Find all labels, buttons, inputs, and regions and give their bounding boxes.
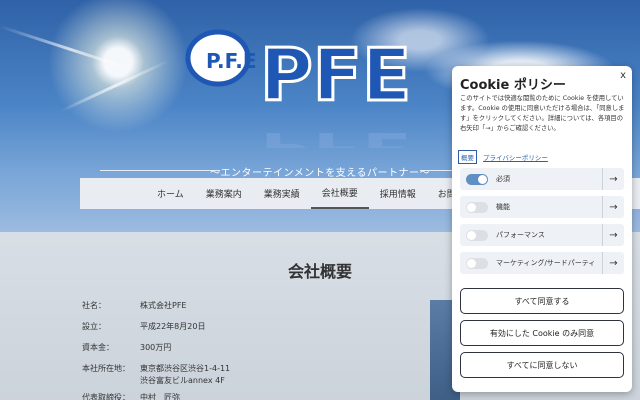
info-row-name: 社名： 株式会社PFE [82, 300, 186, 312]
address-line-1: 東京都渋谷区渋谷1-4-11 [140, 364, 231, 373]
logo-reflection: PFE [260, 122, 411, 148]
nav-home[interactable]: ホーム [146, 178, 195, 209]
info-label: 代表取締役： [82, 393, 130, 400]
cookie-description: このサイトでは快適な閲覧のために Cookie を使用しています。Cookie … [460, 95, 625, 132]
category-label: 機能 [496, 203, 510, 211]
cookie-category-marketing: マーケティング/サードパーティ → [460, 252, 624, 274]
category-label: 必須 [496, 175, 510, 183]
info-value: 株式会社PFE [140, 301, 187, 310]
cookie-links: 概要 プライバシーポリシー [458, 150, 548, 164]
cookie-title: Cookie ポリシー [460, 78, 566, 93]
cookie-category-required: 必須 → [460, 168, 624, 190]
summary-link[interactable]: 概要 [458, 150, 477, 164]
info-row-ceo: 代表取締役： 中村 匠弥 [82, 392, 180, 400]
info-value: 中村 匠弥 [140, 393, 180, 400]
logo-small-text: P.F.E [206, 49, 257, 73]
company-logo: P.F.E PFE PFE [185, 29, 413, 148]
info-label: 社名： [82, 301, 106, 310]
logo-main-text: PFE [260, 33, 411, 117]
info-row-address: 本社所在地： 東京都渋谷区渋谷1-4-11 渋谷富友ビルannex 4F [82, 363, 230, 387]
accept-all-button[interactable]: すべて同意する [460, 288, 624, 314]
cookie-category-functional: 機能 → [460, 196, 624, 218]
cookie-category-performance: パフォーマンス → [460, 224, 624, 246]
arrow-right-icon[interactable]: → [602, 168, 624, 190]
sun-ray [59, 59, 170, 113]
info-label: 資本金： [82, 343, 114, 352]
arrow-right-icon[interactable]: → [602, 252, 624, 274]
info-row-founded: 設立： 平成22年8月20日 [82, 321, 205, 333]
privacy-policy-link[interactable]: プライバシーポリシー [483, 152, 548, 162]
cookie-policy-dialog: Cookie ポリシー x このサイトでは快適な閲覧のために Cookie を使… [452, 66, 632, 392]
toggle-performance[interactable] [466, 229, 488, 241]
info-value: 東京都渋谷区渋谷1-4-11 渋谷富友ビルannex 4F [140, 363, 230, 387]
nav-services[interactable]: 業務案内 [195, 178, 253, 209]
info-label: 設立： [82, 322, 106, 331]
category-label: マーケティング/サードパーティ [496, 259, 596, 267]
nav-recruit[interactable]: 採用情報 [369, 178, 427, 209]
address-line-2: 渋谷富友ビルannex 4F [140, 376, 225, 385]
accept-enabled-button[interactable]: 有効にした Cookie のみ同意 [460, 320, 624, 346]
nav-achievements[interactable]: 業務実績 [253, 178, 311, 209]
category-label: パフォーマンス [496, 231, 545, 239]
decline-all-button[interactable]: すべてに同意しない [460, 352, 624, 378]
close-icon[interactable]: x [620, 70, 626, 81]
nav-company[interactable]: 会社概要 [310, 178, 369, 209]
info-value: 平成22年8月20日 [140, 322, 206, 331]
info-value: 300万円 [140, 343, 172, 352]
info-row-capital: 資本金： 300万円 [82, 342, 171, 354]
toggle-functional[interactable] [466, 201, 488, 213]
arrow-right-icon[interactable]: → [602, 224, 624, 246]
sun-ray [0, 25, 144, 75]
toggle-required[interactable] [466, 173, 488, 185]
info-label: 本社所在地： [82, 364, 130, 373]
toggle-marketing[interactable] [466, 257, 488, 269]
arrow-right-icon[interactable]: → [602, 196, 624, 218]
